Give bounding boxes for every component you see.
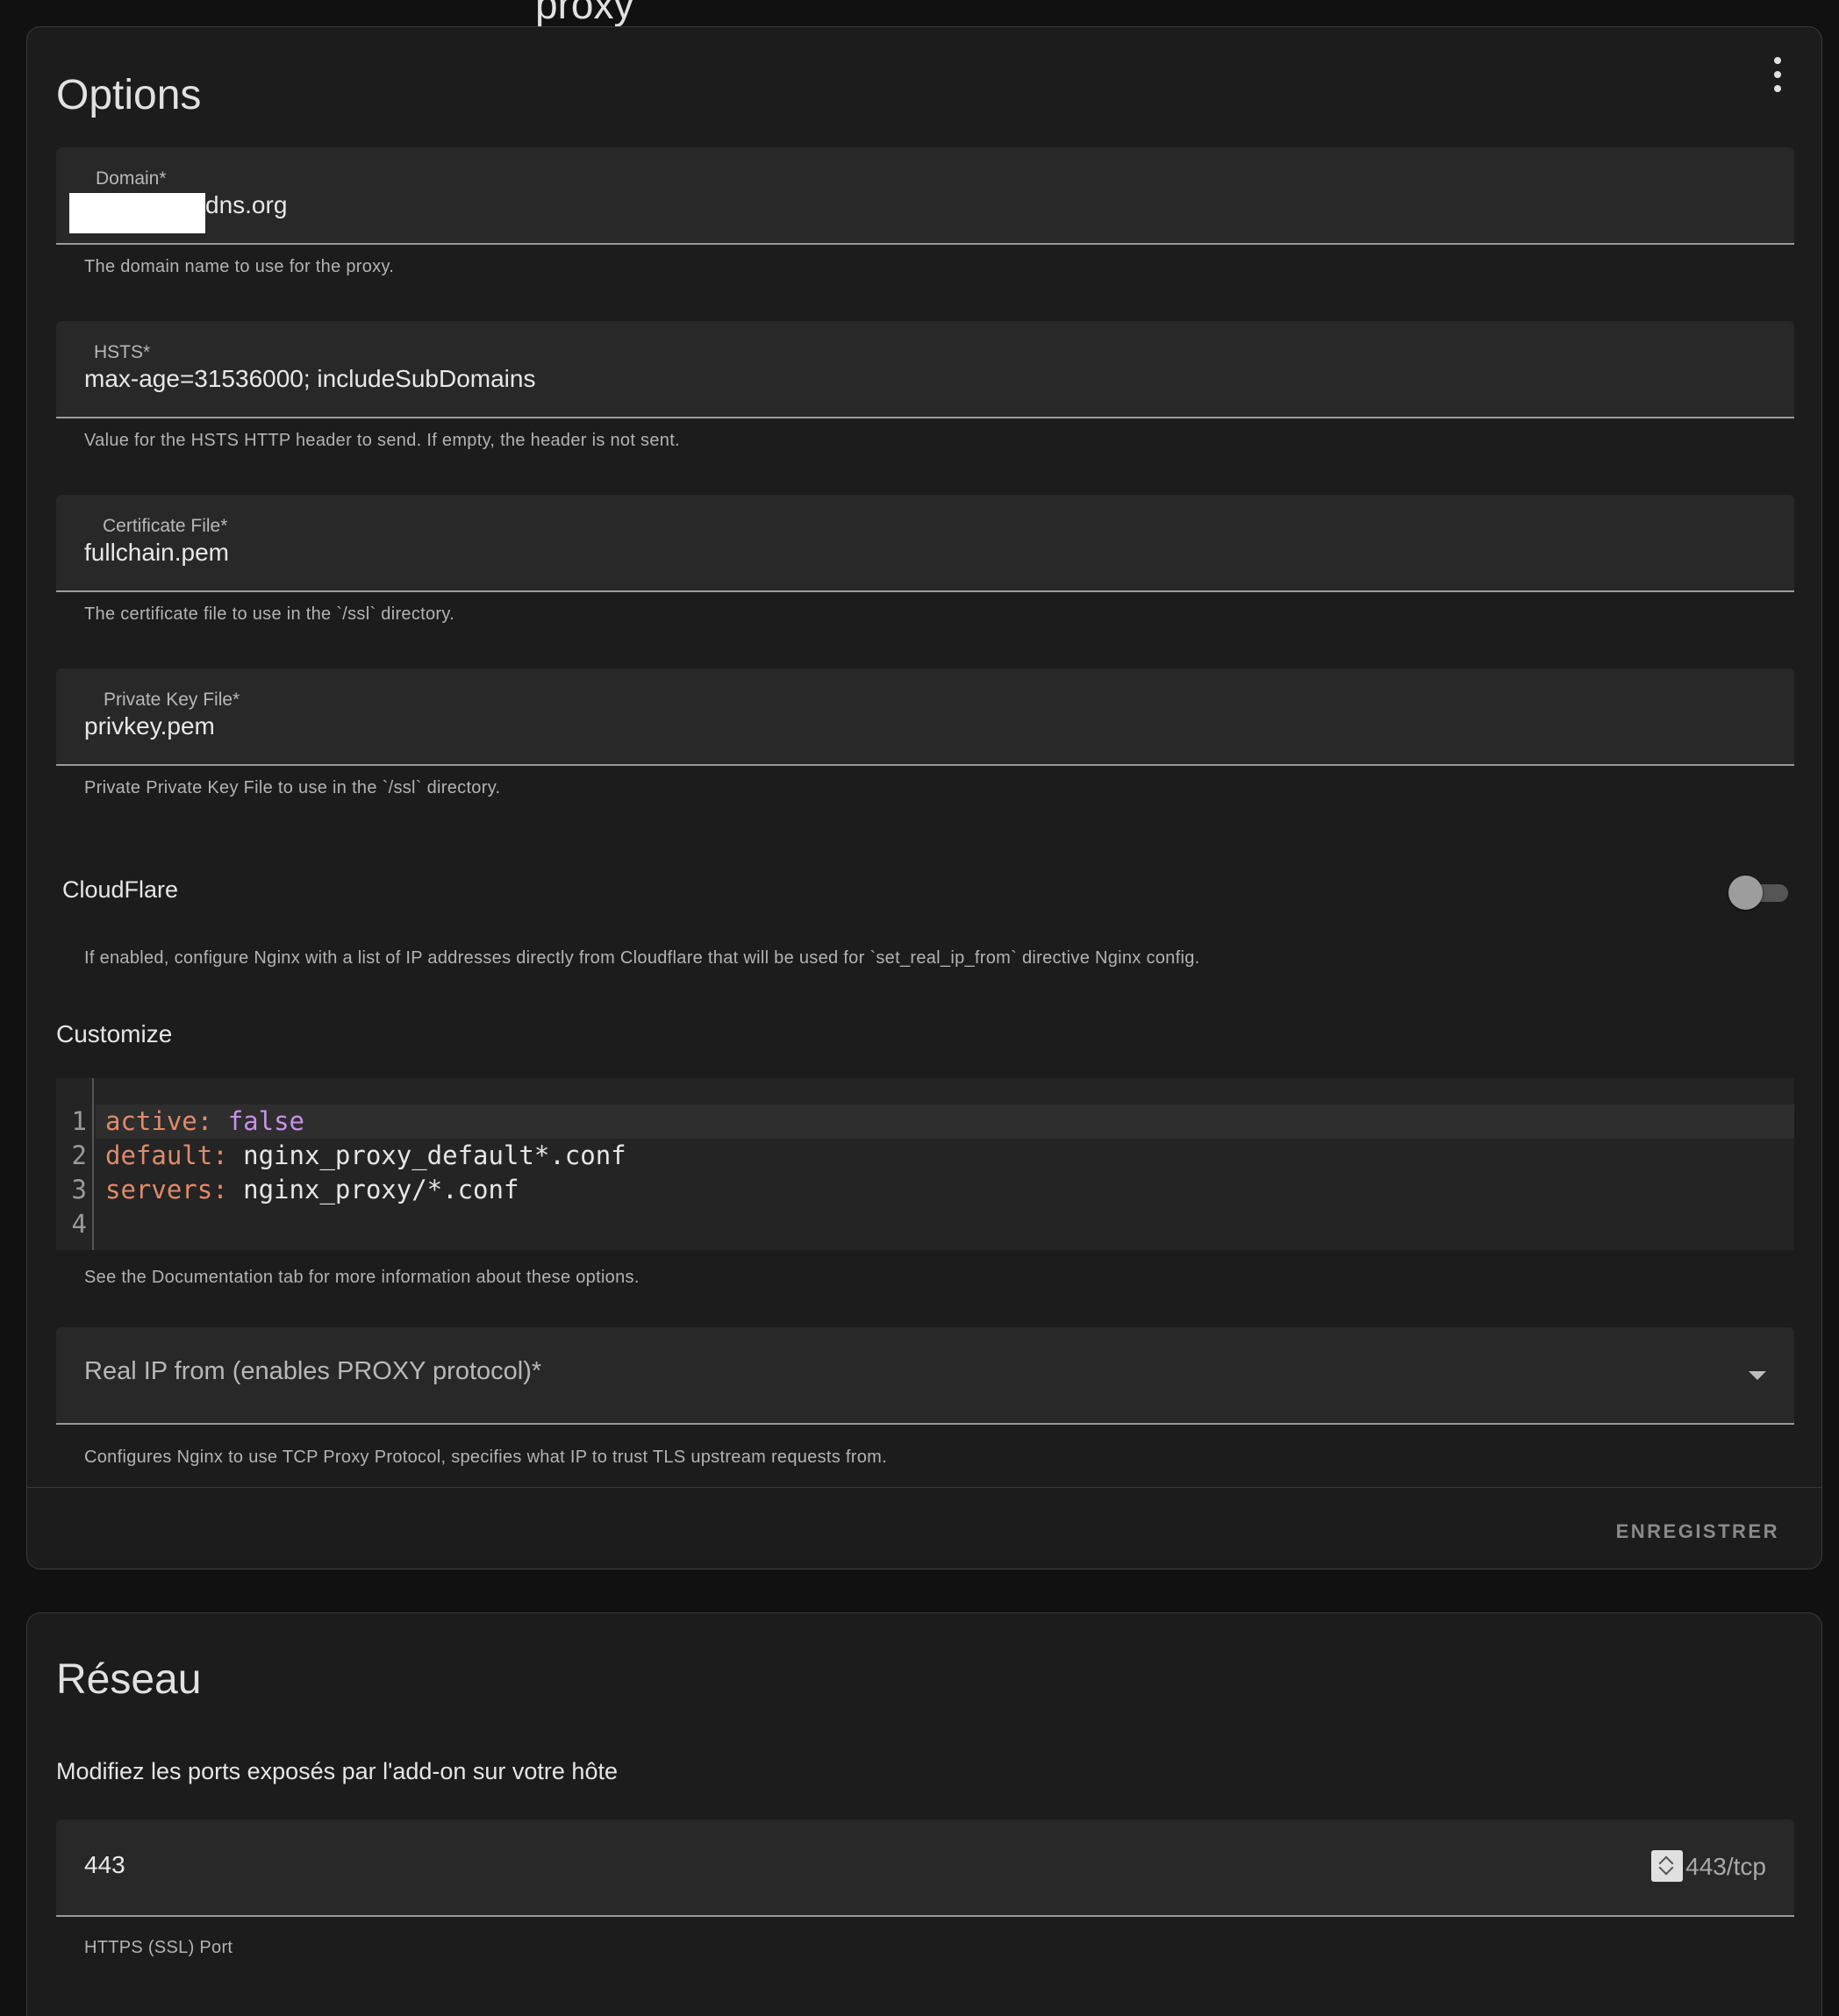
- cloudflare-toggle[interactable]: [1728, 875, 1790, 910]
- real-ip-helper: Configures Nginx to use TCP Proxy Protoc…: [84, 1448, 887, 1467]
- options-card: Options Domain* dns.org The domain name …: [26, 26, 1822, 1569]
- card-actions-divider: [27, 1487, 1821, 1488]
- hsts-label: HSTS*: [94, 342, 151, 362]
- customize-code-editor[interactable]: 1 active: false 2 default: nginx_proxy_d…: [56, 1078, 1794, 1250]
- yaml-value: nginx_proxy/*.conf: [243, 1175, 519, 1205]
- code-line: 2 default: nginx_proxy_default*.conf: [56, 1139, 1794, 1173]
- port-input[interactable]: 443: [84, 1851, 125, 1879]
- save-button[interactable]: ENREGISTRER: [1616, 1515, 1779, 1548]
- redacted-block: [69, 193, 205, 233]
- yaml-separator: :: [212, 1140, 244, 1170]
- toggle-thumb: [1728, 876, 1763, 910]
- domain-label: Domain*: [96, 168, 167, 189]
- certificate-file-helper: The certificate file to use in the `/ssl…: [84, 604, 455, 624]
- hsts-field[interactable]: HSTS* max-age=31536000; includeSubDomain…: [56, 321, 1794, 418]
- yaml-key: default: [105, 1140, 213, 1170]
- private-key-file-input[interactable]: privkey.pem: [84, 712, 215, 740]
- domain-helper: The domain name to use for the proxy.: [84, 257, 395, 276]
- port-stepper[interactable]: [1651, 1850, 1683, 1882]
- customize-helper: See the Documentation tab for more infor…: [84, 1268, 640, 1287]
- yaml-value: nginx_proxy_default*.conf: [243, 1140, 626, 1170]
- line-number: 2: [71, 1140, 87, 1170]
- line-number: 1: [71, 1106, 87, 1136]
- yaml-key: active: [105, 1106, 197, 1136]
- hsts-input[interactable]: max-age=31536000; includeSubDomains: [84, 365, 535, 393]
- certificate-file-field[interactable]: Certificate File* fullchain.pem: [56, 495, 1794, 592]
- page-title-clipped: proxy: [535, 0, 634, 27]
- options-title: Options: [56, 72, 202, 118]
- code-line: 1 active: false: [56, 1105, 1794, 1139]
- network-card: Réseau Modifiez les ports exposés par l'…: [26, 1612, 1822, 2016]
- port-field[interactable]: 443 443/tcp: [56, 1819, 1794, 1917]
- private-key-file-field[interactable]: Private Key File* privkey.pem: [56, 668, 1794, 766]
- customize-label: Customize: [56, 1020, 173, 1047]
- certificate-file-label: Certificate File*: [103, 516, 228, 536]
- real-ip-label: Real IP from (enables PROXY protocol)*: [84, 1357, 542, 1385]
- yaml-value: false: [227, 1106, 304, 1136]
- cloudflare-label: CloudFlare: [62, 876, 179, 903]
- yaml-separator: :: [197, 1106, 228, 1136]
- yaml-separator: :: [212, 1175, 244, 1205]
- hsts-helper: Value for the HSTS HTTP header to send. …: [84, 431, 680, 450]
- port-helper: HTTPS (SSL) Port: [84, 1938, 233, 1957]
- certificate-file-input[interactable]: fullchain.pem: [84, 539, 229, 567]
- domain-field[interactable]: Domain* dns.org: [56, 147, 1794, 245]
- code-line: 3 servers: nginx_proxy/*.conf: [56, 1173, 1794, 1207]
- network-description: Modifiez les ports exposés par l'add-on …: [56, 1758, 618, 1784]
- line-number: 4: [71, 1209, 87, 1239]
- private-key-file-label: Private Key File*: [104, 690, 240, 710]
- network-title: Réseau: [56, 1656, 202, 1703]
- code-line: 4: [56, 1207, 1794, 1241]
- line-number: 3: [71, 1175, 87, 1205]
- domain-input[interactable]: dns.org: [205, 191, 287, 219]
- yaml-key: servers: [105, 1175, 213, 1205]
- caret-down-icon: [1749, 1371, 1766, 1380]
- port-suffix: 443/tcp: [1685, 1853, 1766, 1880]
- more-options-icon[interactable]: [1769, 57, 1786, 92]
- private-key-file-helper: Private Private Key File to use in the `…: [84, 778, 501, 797]
- real-ip-select[interactable]: Real IP from (enables PROXY protocol)*: [56, 1327, 1794, 1425]
- cloudflare-helper: If enabled, configure Nginx with a list …: [84, 948, 1200, 968]
